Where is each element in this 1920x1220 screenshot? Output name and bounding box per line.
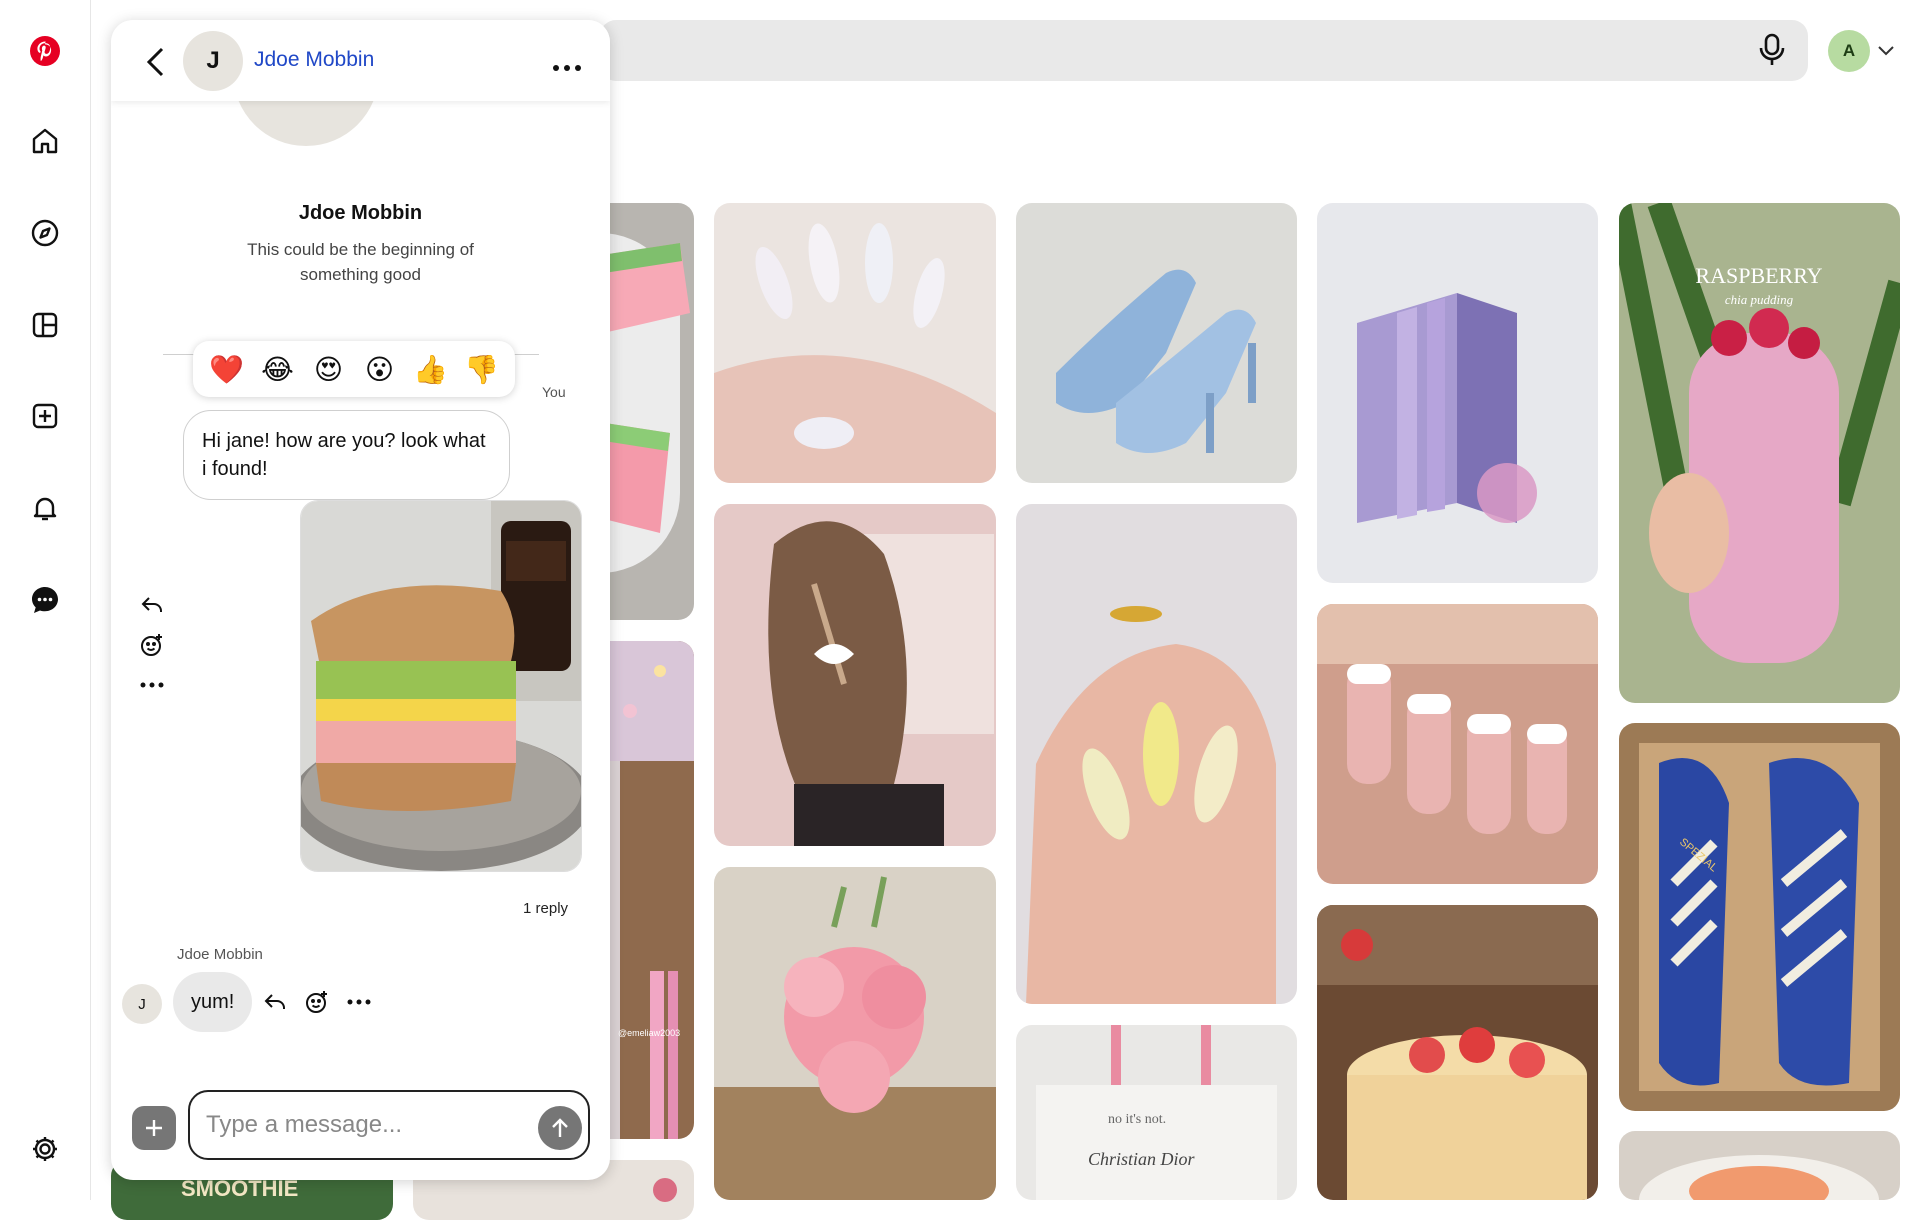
intro-subtitle: This could be the beginning of something… xyxy=(247,240,474,284)
incoming-message-actions xyxy=(261,988,373,1016)
microphone-icon[interactable] xyxy=(1752,30,1792,70)
back-arrow-icon[interactable] xyxy=(135,42,175,82)
image-attachment[interactable] xyxy=(300,500,582,872)
plus-square-icon[interactable] xyxy=(22,393,68,439)
svg-text:chia pudding: chia pudding xyxy=(1725,292,1794,307)
message-input[interactable]: Type a message... xyxy=(188,1090,590,1160)
reaction-heart-eyes[interactable]: 😍 xyxy=(309,353,349,386)
reaction-picker: ❤️ 😂 😍 😮 👍 👎 xyxy=(193,341,515,397)
pin-chrome-nails[interactable] xyxy=(714,203,996,483)
svg-text:RASPBERRY: RASPBERRY xyxy=(1695,263,1822,288)
reply-count[interactable]: 1 reply xyxy=(523,900,568,917)
svg-text:Christian Dior: Christian Dior xyxy=(1088,1149,1196,1169)
sender-label-you: You xyxy=(542,384,566,400)
pin-strawberry-cake[interactable] xyxy=(1317,905,1598,1200)
pin-french-nails[interactable] xyxy=(1317,604,1598,884)
pin-blue-heels[interactable] xyxy=(1016,203,1297,483)
add-attachment-button[interactable] xyxy=(132,1106,176,1150)
svg-text:@emeliaw2003: @emeliaw2003 xyxy=(618,1028,680,1038)
pin-blue-sneakers[interactable]: SPEZIAL xyxy=(1619,723,1900,1111)
chat-header-avatar[interactable]: J xyxy=(183,31,243,91)
more-options-icon[interactable] xyxy=(549,60,585,76)
more-icon[interactable] xyxy=(137,665,167,705)
pin-raspberry-pudding[interactable]: RASPBERRY chia pudding xyxy=(1619,203,1900,703)
reply-icon[interactable] xyxy=(261,988,289,1016)
intro-name: Jdoe Mobbin xyxy=(298,202,423,224)
send-button[interactable] xyxy=(538,1106,582,1150)
more-icon[interactable] xyxy=(345,988,373,1016)
chat-header-name[interactable]: Jdoe Mobbin xyxy=(254,48,374,72)
chevron-down-icon[interactable] xyxy=(1876,40,1896,60)
chat-panel: J Jdoe Mobbin Jdoe Mobbin This could be … xyxy=(111,20,610,1180)
reaction-heart[interactable]: ❤️ xyxy=(207,353,247,386)
compass-icon[interactable] xyxy=(22,210,68,256)
boards-icon[interactable] xyxy=(22,302,68,348)
pin-lily-bouquet[interactable] xyxy=(714,867,996,1200)
incoming-message[interactable]: yum! xyxy=(173,972,253,1032)
incoming-sender-name: Jdoe Mobbin xyxy=(177,946,263,963)
reaction-surprised[interactable]: 😮 xyxy=(360,353,400,386)
left-rail xyxy=(0,0,91,1200)
incoming-avatar[interactable]: J xyxy=(122,984,162,1024)
chat-icon[interactable] xyxy=(22,577,68,623)
pin-yellow-nails[interactable] xyxy=(1016,504,1297,1004)
pin-dior-bag[interactable]: no it's not. Christian Dior xyxy=(1016,1025,1297,1200)
add-reaction-icon[interactable] xyxy=(303,988,331,1016)
svg-text:no it's not.: no it's not. xyxy=(1108,1112,1166,1127)
outgoing-message[interactable]: Hi jane! how are you? look what i found! xyxy=(183,410,510,500)
reaction-thumbs-up[interactable]: 👍 xyxy=(411,353,451,386)
bell-icon[interactable] xyxy=(22,485,68,531)
pin-braided-hair[interactable] xyxy=(714,504,996,846)
home-icon[interactable] xyxy=(22,118,68,164)
message-actions xyxy=(137,585,167,705)
search-bar[interactable] xyxy=(600,20,1808,81)
pinterest-logo-icon[interactable] xyxy=(22,28,68,74)
pin-salmon-toast[interactable] xyxy=(1619,1131,1900,1200)
reply-icon[interactable] xyxy=(137,585,167,625)
chat-header: J Jdoe Mobbin xyxy=(111,20,610,101)
pin-pastel-books[interactable] xyxy=(1317,203,1598,583)
gear-icon[interactable] xyxy=(22,1126,68,1172)
add-reaction-icon[interactable] xyxy=(137,625,167,665)
reaction-laugh[interactable]: 😂 xyxy=(258,353,298,386)
reaction-thumbs-down[interactable]: 👎 xyxy=(462,353,502,386)
account-avatar[interactable]: A xyxy=(1828,30,1870,72)
